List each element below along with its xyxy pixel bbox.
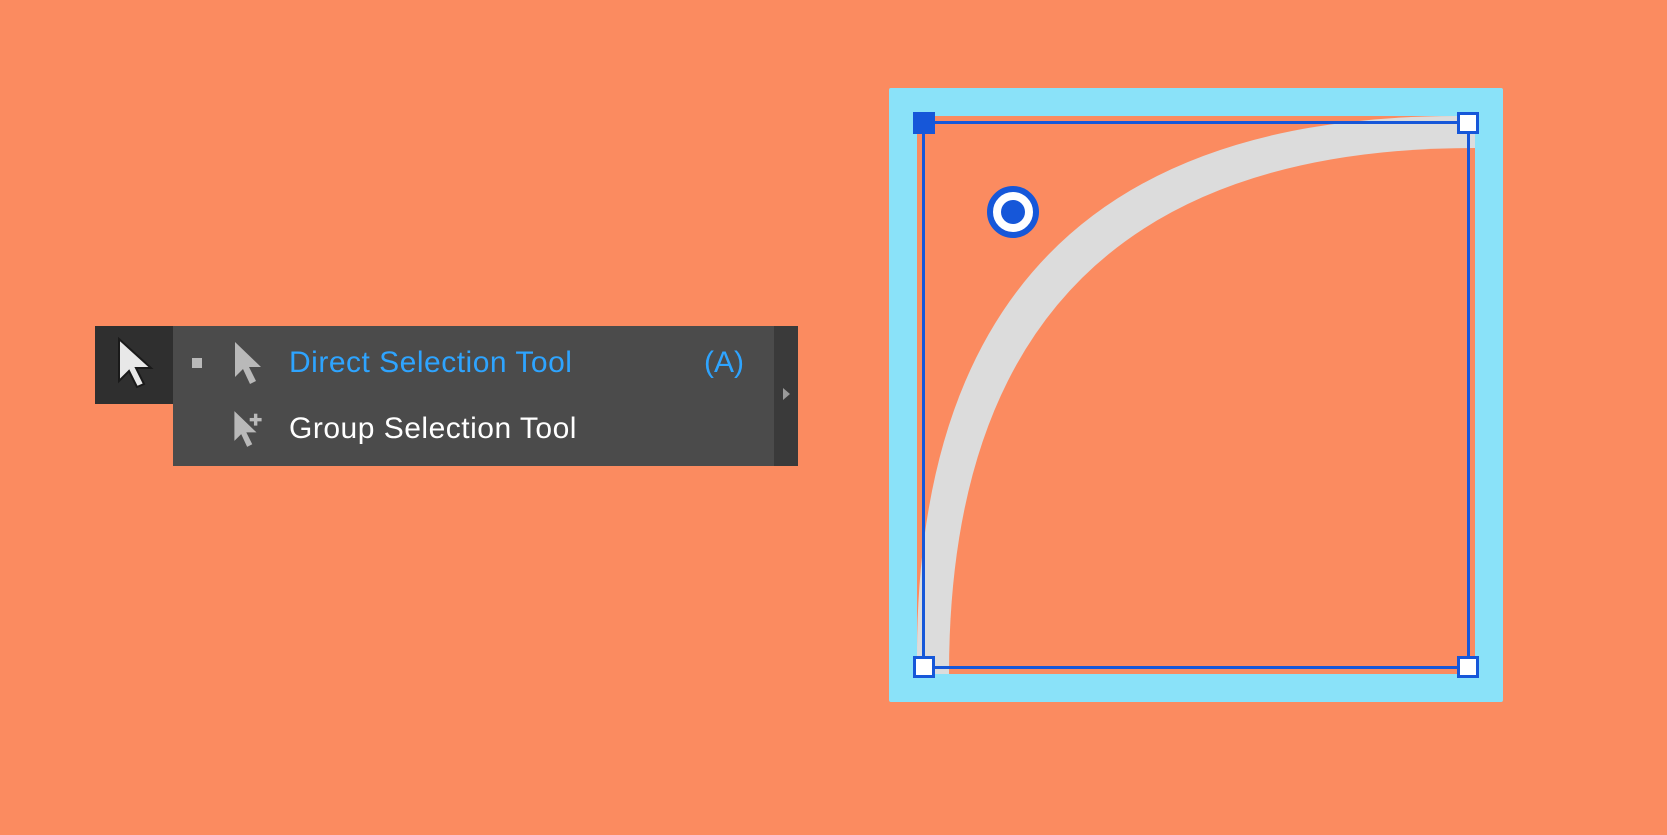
canvas-shape-preview <box>889 88 1503 702</box>
flyout-list: Direct Selection Tool (A) Group Selectio… <box>173 326 774 466</box>
flyout-item-group-selection[interactable]: Group Selection Tool <box>173 396 774 462</box>
selected-indicator-icon <box>187 358 207 368</box>
flyout-item-shortcut: (A) <box>704 346 774 380</box>
group-selection-arrow-icon <box>227 407 269 451</box>
drag-arrow-icon <box>1033 232 1103 302</box>
live-corner-widget-dot-icon <box>1001 200 1025 224</box>
triangle-right-icon <box>781 387 791 406</box>
flyout-item-direct-selection[interactable]: Direct Selection Tool (A) <box>173 330 774 396</box>
direct-selection-arrow-icon <box>227 341 269 385</box>
selection-bounding-box[interactable] <box>922 121 1470 669</box>
anchor-handle-bottom-left[interactable] <box>913 656 935 678</box>
tool-flyout-menu: Direct Selection Tool (A) Group Selectio… <box>173 326 798 466</box>
direct-selection-tool-button[interactable] <box>95 326 173 404</box>
live-corner-widget[interactable] <box>987 186 1039 238</box>
anchor-handle-top-right[interactable] <box>1457 112 1479 134</box>
flyout-item-label: Direct Selection Tool <box>289 346 684 380</box>
direct-selection-arrow-icon <box>113 337 155 394</box>
flyout-item-label: Group Selection Tool <box>289 412 684 446</box>
flyout-tearoff-handle[interactable] <box>774 326 798 466</box>
anchor-handle-top-left[interactable] <box>913 112 935 134</box>
anchor-handle-bottom-right[interactable] <box>1457 656 1479 678</box>
